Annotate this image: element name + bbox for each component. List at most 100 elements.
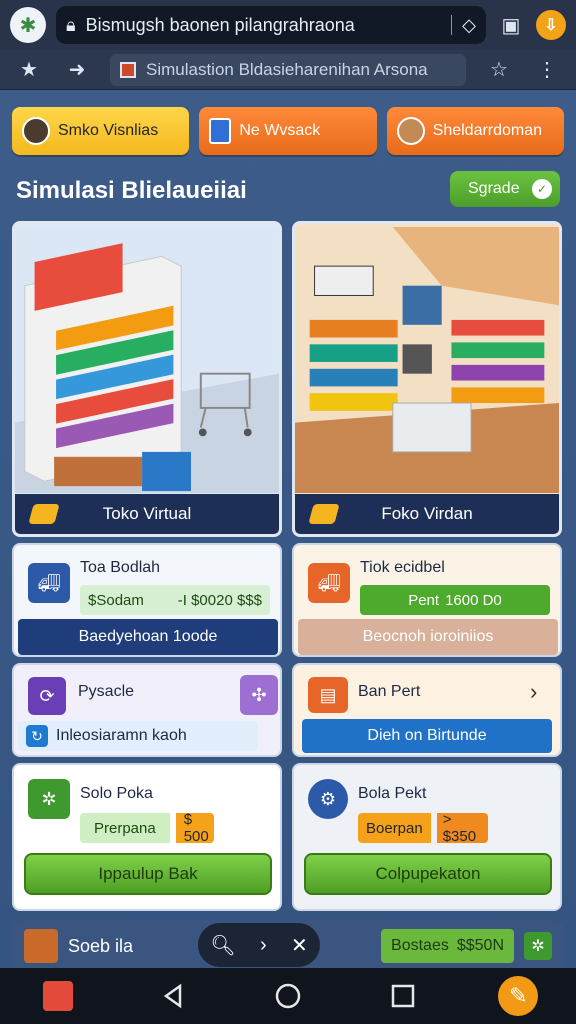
back-icon[interactable] [153,976,193,1016]
forward-icon[interactable]: ➜ [62,55,92,85]
tab-title-bar[interactable]: Simulastion Bldasieharenihan Arsona [110,53,466,86]
search-icon[interactable]: 🔍︎ [210,933,235,958]
browser-toolbar: ✱ 🔒︎ Bismugsh baonen pilangrahraona ◇ ▣ … [0,0,576,50]
avatar [396,117,425,145]
category-tabs: Smko Visnlias Ne Wvsack Sheldarrdoman [12,107,564,155]
store-card-toko-virtual[interactable]: Toko Virtual [12,221,282,537]
strip-right-box[interactable]: Bostaes $$50N [381,929,514,963]
truck-icon: 🚚︎ [28,563,70,603]
price-box: $Sodam -I $0020 $$$ [80,585,270,615]
app-shortcut-icon[interactable] [38,976,78,1016]
star-icon[interactable]: ★ [14,55,44,85]
info-card-ban-pert[interactable]: ▤ Ban Pert › Dieh on Birtunde [292,663,562,757]
browser-nav-bar: ★ ➜ Simulastion Bldasieharenihan Arsona … [0,50,576,90]
info-card-toa-bodlah[interactable]: 🚚︎ Toa Bodlah $Sodam -I $0020 $$$ Baedye… [12,543,282,657]
sub-row: ↻ Inleosiaramn kaoh [18,721,258,751]
price-label: Pent [408,591,440,609]
store-name: Foko Virdan [381,504,473,523]
store-label: Foko Virdan [295,494,559,534]
tab-ne-wvsack[interactable]: Ne Wvsack [199,107,377,155]
coin-icon [28,504,60,524]
check-icon: ✓ [532,179,552,199]
profile-avatar[interactable]: ⇩ [536,10,566,40]
card-title: Pysacle [78,683,135,700]
chevron-right-icon[interactable]: › [260,934,267,957]
address-bar[interactable]: 🔒︎ Bismugsh baonen pilangrahraona ◇ [56,6,486,44]
gear-icon: ⚙ [308,779,348,819]
tab-label: Ne Wvsack [239,122,321,139]
primary-button[interactable]: Ippaulup Bak [24,853,272,895]
card-title: Ban Pert [358,683,421,700]
page-content: Smko Visnlias Ne Wvsack Sheldarrdoman Si… [0,91,576,971]
button-label: Baedyehoan 1oode [78,628,218,645]
swirl-icon: ⟳ [28,677,66,715]
tab-label: Sheldarrdoman [432,122,543,139]
site-favicon-icon[interactable]: ✱ [10,7,46,43]
close-icon[interactable]: ✕ [291,933,308,958]
home-icon[interactable] [268,976,308,1016]
price-label: Prerpana [80,813,170,843]
leaf-icon: ✲ [524,932,552,960]
info-card-solo-poka[interactable]: ✲ Solo Poka Prerpana $ 500 Ippaulup Bak [12,763,282,911]
tab-sheldarrdoman[interactable]: Sheldarrdoman [386,107,564,155]
price-value: -I $0020 $$$ [177,591,262,609]
price-value: $ 500 [175,813,214,843]
card-title: Bola Pekt [358,785,427,802]
tab-title: Simulastion Bldasieharenihan Arsona [146,59,428,79]
price-box: Boerpan > $350 [358,813,488,843]
upgrade-label: Sgrade [468,180,520,197]
card-title: Solo Poka [80,785,153,802]
button-label: Colpupekaton [375,864,481,883]
price-label: Boerpan [358,813,431,843]
price-value: > $350 [436,813,488,843]
tab-smko-visnlias[interactable]: Smko Visnlias [12,107,190,155]
url-text: Bismugsh baonen pilangrahraona [85,14,355,35]
page-icon [120,61,136,78]
price-box: Pent 1600 D0 [360,585,550,615]
document-icon [209,118,232,144]
action-button[interactable]: Dieh on Birtunde [302,719,552,753]
store-card-foko-virdan[interactable]: Foko Virdan [292,221,562,537]
upgrade-button[interactable]: Sgrade ✓ [450,171,560,207]
store-illustration [15,227,279,493]
edit-fab-icon[interactable]: ✎ [498,976,539,1016]
bookmark-icon[interactable]: ☆ [484,55,514,85]
coin-icon [308,504,340,524]
store-name: Toko Virtual [102,504,192,523]
store-label: Toko Virtual [15,494,279,534]
recents-icon[interactable] [383,976,423,1016]
wallet-icon: ▤ [308,677,348,713]
info-card-tiok-ecidbel[interactable]: 🚚︎ Tiok ecidbel Pent 1600 D0 Beocnoh ior… [292,543,562,657]
action-button[interactable]: Baedyehoan 1oode [18,619,278,655]
lock-icon: 🔒︎ [66,14,76,35]
puzzle-icon[interactable]: ✣ [240,675,278,715]
primary-button[interactable]: Colpupekaton [304,853,552,895]
strip-right-label: Bostaes [391,937,449,954]
strip-left-label: Soeb ila [68,935,134,956]
floating-toolbar: 🔍︎ › ✕ [198,923,320,967]
action-button[interactable]: Beocnoh ioroiniios [298,619,558,655]
leaf-icon: ✲ [28,779,70,819]
strip-right-value: $$50N [456,937,504,954]
page-title: Simulasi Blielaueiiai [16,177,247,204]
chevron-right-icon[interactable]: › [530,679,537,705]
store-illustration [295,227,559,493]
box-icon [24,929,58,963]
truck-icon: 🚚︎ [308,563,350,603]
extension-icon[interactable]: ◇ [462,15,476,36]
price-value: 1600 D0 [445,591,502,609]
info-card-pysacle[interactable]: ⟳ Pysacle ✣ ↻ Inleosiaramn kaoh [12,663,282,757]
button-label: Ippaulup Bak [98,864,198,883]
button-label: Beocnoh ioroiniios [362,628,494,645]
card-title: Toa Bodlah [80,559,161,576]
sync-icon: ↻ [26,725,48,747]
info-card-bola-pekt[interactable]: ⚙ Bola Pekt Boerpan > $350 Colpupekaton [292,763,562,911]
system-nav-bar: ✎ [0,968,576,1024]
tabs-icon[interactable]: ▣ [496,10,526,40]
divider [451,15,453,35]
card-title: Tiok ecidbel [360,559,445,576]
card-subtitle: Inleosiaramn kaoh [56,727,187,744]
avatar [22,117,50,145]
more-menu-icon[interactable]: ⋮ [532,55,562,85]
price-label: $Sodam [88,591,144,609]
